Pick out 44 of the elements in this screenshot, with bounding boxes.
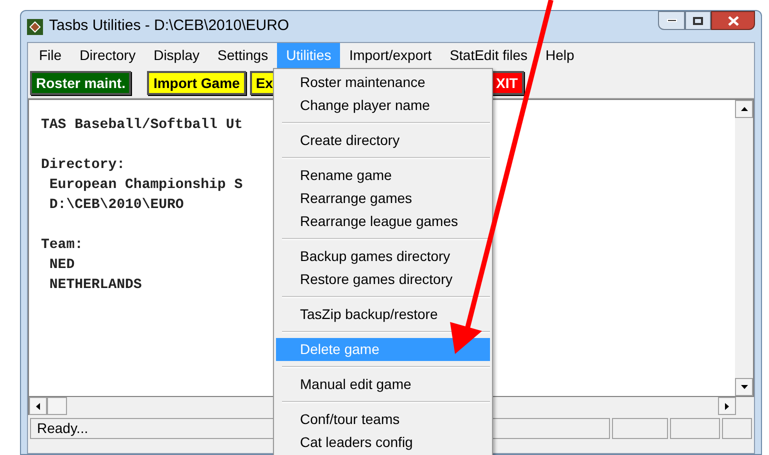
menu-item[interactable]: Help (536, 43, 584, 68)
menu-entry[interactable]: Restore games directory (276, 268, 490, 291)
status-panel (612, 418, 668, 439)
document-line: Directory: (41, 156, 126, 175)
toolbar-button[interactable]: Import Game (147, 71, 246, 95)
document-line: D:\CEB\2010\EURO (48, 196, 184, 215)
menu-item[interactable]: File (30, 43, 71, 68)
menu-entry[interactable]: Rename game (276, 164, 490, 187)
menu-item[interactable]: Directory (70, 43, 145, 68)
menu-entry[interactable]: Rearrange league games (276, 210, 490, 233)
close-button[interactable] (711, 11, 755, 30)
up-arrow-icon (740, 107, 748, 111)
scroll-up-button[interactable] (735, 100, 753, 118)
scroll-down-button[interactable] (735, 378, 753, 396)
right-arrow-icon (725, 402, 729, 410)
document-line: European Championship S (48, 176, 243, 195)
down-arrow-icon (740, 385, 748, 389)
document-line: NETHERLANDS (48, 276, 142, 295)
close-icon (728, 16, 738, 26)
menu-entry[interactable]: Manual edit game (276, 373, 490, 396)
baseball-diamond-icon (27, 18, 43, 34)
status-panel (722, 418, 752, 439)
menu-item[interactable]: StatEdit files (440, 43, 537, 68)
menu-entry[interactable]: Backup games directory (276, 245, 490, 268)
menu-entry[interactable]: TasZip backup/restore (276, 303, 490, 326)
menu-entry[interactable]: Rearrange games (276, 187, 490, 210)
vertical-scrollbar[interactable] (735, 100, 753, 396)
status-panel (670, 418, 720, 439)
menu-item[interactable]: Display (144, 43, 208, 68)
document-line: Team: (41, 236, 84, 255)
scroll-right-button[interactable] (718, 397, 736, 415)
menu-item[interactable]: Settings (208, 43, 278, 68)
document-line: TAS Baseball/Softball Ut (41, 116, 243, 135)
menu-entry[interactable]: Change player name (276, 94, 490, 117)
scroll-left-button[interactable] (29, 397, 47, 415)
menu-item[interactable]: Import/export (340, 43, 441, 68)
menu-entry[interactable]: Create directory (276, 129, 490, 152)
window-title: Tasbs Utilities - D:\CEB\2010\EURO (49, 16, 290, 36)
document-line: NED (48, 256, 75, 275)
maximize-button[interactable] (685, 11, 711, 30)
left-arrow-icon (36, 402, 40, 410)
scroll-thumb[interactable] (47, 397, 67, 415)
minimize-button[interactable] (658, 11, 685, 30)
toolbar-button[interactable]: Roster maint. (30, 71, 132, 95)
